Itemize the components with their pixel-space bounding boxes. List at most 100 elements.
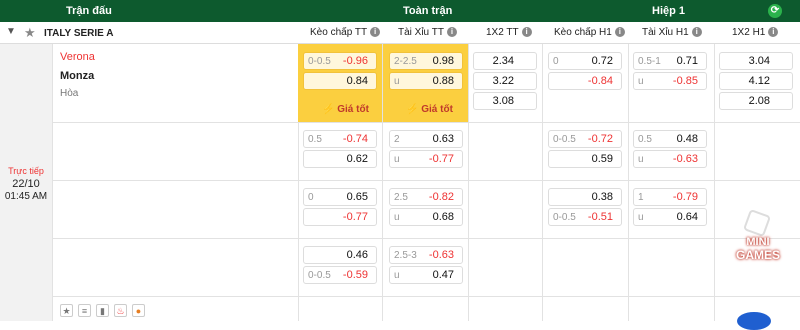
handicap-line: 0 [308,192,314,203]
odds-value: 0.68 [432,211,454,223]
star-icon[interactable]: ★ [60,304,73,317]
info-icon: i [370,27,381,38]
odds-cell[interactable]: 0.5 -0.74 [303,130,377,148]
odds-value: 3.22 [492,75,514,87]
odds-cell[interactable]: 0.5 0.48 [633,130,707,148]
away-team[interactable]: Monza [60,70,94,82]
odds-value: -0.74 [342,133,368,145]
1x2-odds-cell[interactable]: 3.08 [473,92,537,110]
odds-cell[interactable]: 2-2.5 0.98 [389,52,463,70]
database-icon[interactable]: ≡ [78,304,91,317]
handicap-line: 2-2.5 [394,56,417,67]
odds-cell[interactable]: 0 0.72 [548,52,622,70]
1x2-odds-cell[interactable]: 2.08 [719,92,793,110]
odds-value: 0.47 [432,269,454,281]
odds-value: 0.88 [432,75,454,87]
handicap-line: 2.5-3 [394,250,417,261]
odds-value: 0.38 [591,191,613,203]
odds-cell[interactable]: u 0.68 [389,208,463,226]
minigames-label-top: MINI [746,236,770,248]
col-ou-ft: Tài Xỉu TT i [398,27,457,38]
odds-value: 0.46 [346,249,368,261]
odds-value: 2.08 [748,95,770,107]
odds-cell[interactable]: u 0.47 [389,266,463,284]
odds-cell[interactable]: 0.5-1 0.71 [633,52,707,70]
match-action-icons: ★ ≡ ▮ ♨ ● [60,304,150,317]
odds-value: -0.79 [672,191,698,203]
odds-value: -0.51 [587,211,613,223]
odds-cell[interactable]: 0.62 [303,150,377,168]
odds-value: 0.64 [676,211,698,223]
odds-value: -0.77 [342,211,368,223]
odds-cell[interactable]: u -0.63 [633,150,707,168]
odds-value: 4.12 [748,75,770,87]
match-time: 01:45 AM [4,191,48,202]
odds-cell[interactable]: 0-0.5 -0.72 [548,130,622,148]
odds-cell[interactable]: 0-0.5 -0.51 [548,208,622,226]
odds-cell[interactable]: u 0.64 [633,208,707,226]
odds-cell[interactable]: 0.59 [548,150,622,168]
odds-value: 3.08 [492,95,514,107]
1x2-odds-cell[interactable]: 3.04 [719,52,793,70]
odds-cell[interactable]: u -0.85 [633,72,707,90]
odds-cell[interactable]: u -0.77 [389,150,463,168]
1x2-odds-cell[interactable]: 2.34 [473,52,537,70]
odds-value: 3.04 [748,55,770,67]
top-header-bar: Trận đấu Toàn trận Hiệp 1 ⟳ [0,0,800,22]
odds-value: 0.62 [346,153,368,165]
coin-icon[interactable]: ● [132,304,145,317]
odds-cell[interactable]: 0.38 [548,188,622,206]
info-icon: i [521,27,532,38]
fire-icon[interactable]: ♨ [114,304,127,317]
odds-value: 0.59 [591,153,613,165]
odds-value: -0.59 [342,269,368,281]
odds-cell[interactable]: -0.77 [303,208,377,226]
handicap-line: 2 [394,134,400,145]
odds-cell[interactable]: -0.84 [548,72,622,90]
odds-cell[interactable]: 0 0.65 [303,188,377,206]
1x2-odds-cell[interactable]: 3.22 [473,72,537,90]
odds-value: -0.85 [672,75,698,87]
star-icon[interactable]: ★ [24,25,36,41]
odds-cell[interactable]: u 0.88 [389,72,463,90]
odds-value: 0.98 [432,55,454,67]
odds-cell[interactable]: 2 0.63 [389,130,463,148]
info-icon: i [691,27,702,38]
match-column-header: Trận đấu [66,5,112,17]
dice-icon [742,208,772,238]
col-1x2-h1: 1X2 H1 i [732,27,779,38]
odds-cell[interactable]: 0.84 [303,72,377,90]
league-name: ITALY SERIE A [44,28,114,39]
minigames-label-bottom: GAMES [735,248,780,262]
handicap-line: 0-0.5 [308,270,331,281]
chevron-down-icon[interactable]: ▼ [6,26,16,37]
half-header: Hiệp 1 [652,5,686,17]
odds-value: 0.72 [591,55,613,67]
odds-cell[interactable]: 2.5-3 -0.63 [389,246,463,264]
handicap-line: 0-0.5 [553,212,576,223]
odds-cell[interactable]: 2.5 -0.82 [389,188,463,206]
live-status: Trực tiếp [8,166,44,176]
odds-cell[interactable]: 0.46 [303,246,377,264]
col-handicap-ft: Kèo chấp TT i [310,27,381,38]
info-icon: i [446,27,457,38]
minigames-button[interactable]: MINI GAMES [732,208,784,264]
handicap-line: 0-0.5 [553,134,576,145]
1x2-odds-cell[interactable]: 4.12 [719,72,793,90]
floating-badge[interactable] [737,312,771,330]
home-team[interactable]: Verona [60,51,95,63]
handicap-line: 0.5 [638,134,652,145]
handicap-line: u [394,76,400,87]
handicap-line: u [394,212,400,223]
col-ou-h1: Tài Xỉu H1 i [642,27,702,38]
odds-cell[interactable]: 0-0.5 -0.59 [303,266,377,284]
handicap-line: 1 [638,192,644,203]
odds-value: 2.34 [492,55,514,67]
odds-value: -0.63 [672,153,698,165]
refresh-icon[interactable]: ⟳ [768,4,782,18]
odds-cell[interactable]: 0-0.5 -0.96 [303,52,377,70]
stats-icon[interactable]: ▮ [96,304,109,317]
handicap-line: 0.5-1 [638,56,661,67]
info-icon: i [614,27,625,38]
odds-cell[interactable]: 1 -0.79 [633,188,707,206]
